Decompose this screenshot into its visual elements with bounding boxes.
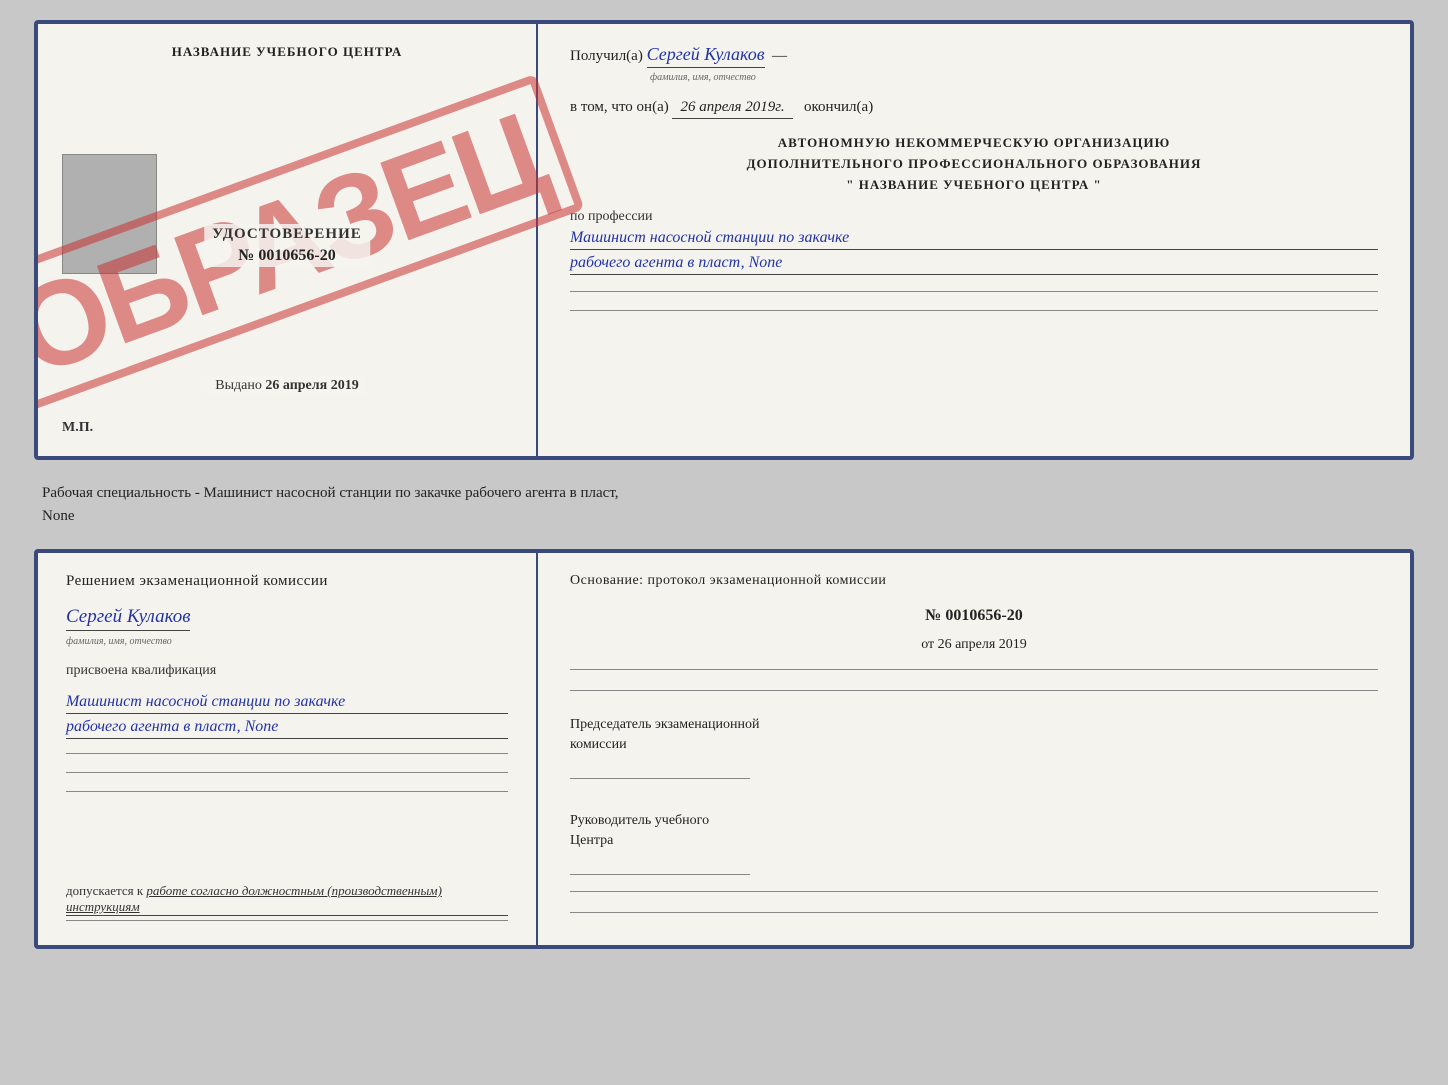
bottom-right-dash3 [570, 891, 1378, 892]
kvali-line1: Машинист насосной станции по закачке [66, 693, 508, 714]
bottom-dash-4 [66, 920, 508, 921]
top-right-panel: Получил(а) Сергей Кулаков — фамилия, имя… [538, 24, 1410, 456]
profession-line2: рабочего агента в пласт, None [570, 254, 1378, 275]
fio-sublabel-top: фамилия, имя, отчество [650, 72, 756, 83]
podpis-block-director: Руководитель учебного Центра [570, 811, 1378, 875]
ot-prefix: от [921, 637, 934, 652]
komissia-line: Решением экзаменационной комиссии [66, 573, 508, 590]
date-line: в том, что он(а) 26 апреля 2019г. окончи… [570, 99, 1378, 119]
chairman-label: Председатель экзаменационной комиссии [570, 715, 1378, 754]
bottom-document: Решением экзаменационной комиссии Сергей… [34, 549, 1414, 949]
udostoverenie-block: УДОСТОВЕРЕНИЕ № 0010656-20 [204, 224, 370, 267]
dopuskaetsya-block: допускается к работе согласно должностны… [66, 867, 508, 925]
vydano-line: Выдано 26 апреля 2019 [207, 376, 366, 396]
mp-label: М.П. [62, 420, 93, 436]
date-prefix: в том, что он(а) [570, 99, 669, 115]
protocol-number: № 0010656-20 [570, 607, 1378, 625]
osnovanye-line: Основание: протокол экзаменационной коми… [570, 573, 1378, 589]
bottom-right-panel: Основание: протокол экзаменационной коми… [538, 553, 1410, 945]
kvali-block: Машинист насосной станции по закачке раб… [66, 689, 508, 739]
org-center-name: " НАЗВАНИЕ УЧЕБНОГО ЦЕНТРА " [570, 175, 1378, 196]
ot-date: от 26 апреля 2019 [570, 637, 1378, 653]
person-name-block: Сергей Кулаков фамилия, имя, отчество [66, 600, 508, 649]
bottom-right-dash2 [570, 690, 1378, 691]
udostoverenie-title: УДОСТОВЕРЕНИЕ [204, 224, 370, 245]
photo-placeholder [62, 154, 157, 274]
dopuskaetsya-prefix: допускается к [66, 883, 143, 898]
person-name-bottom: Сергей Кулаков [66, 606, 190, 631]
top-left-center-name: НАЗВАНИЕ УЧЕБНОГО ЦЕНТРА [172, 44, 403, 60]
top-left-panel: НАЗВАНИЕ УЧЕБНОГО ЦЕНТРА ОБРАЗЕЦ УДОСТОВ… [38, 24, 538, 456]
org-line2: ДОПОЛНИТЕЛЬНОГО ПРОФЕССИОНАЛЬНОГО ОБРАЗО… [570, 154, 1378, 175]
middle-text: Рабочая специальность - Машинист насосно… [34, 476, 1414, 533]
okoncil: окончил(а) [804, 99, 873, 115]
org-block: АВТОНОМНУЮ НЕКОММЕРЧЕСКУЮ ОРГАНИЗАЦИЮ ДО… [570, 133, 1378, 195]
ot-date-value: 26 апреля 2019 [938, 637, 1027, 652]
dopuskaetsya-text: допускается к работе согласно должностны… [66, 883, 508, 916]
bottom-right-dash4 [570, 912, 1378, 913]
chairman-signature-line [570, 778, 750, 779]
org-line1: АВТОНОМНУЮ НЕКОММЕРЧЕСКУЮ ОРГАНИЗАЦИЮ [570, 133, 1378, 154]
bottom-dash-3 [66, 791, 508, 792]
recipient-name: Сергей Кулаков [647, 44, 765, 68]
recipient-prefix: Получил(а) [570, 48, 643, 64]
recipient-line: Получил(а) Сергей Кулаков — фамилия, имя… [570, 44, 1378, 85]
podpis-block-chairman: Председатель экзаменационной комиссии [570, 715, 1378, 779]
middle-text-line2: None [42, 508, 75, 524]
bottom-dash-1 [66, 753, 508, 754]
bottom-right-dash [570, 669, 1378, 670]
kvali-line2: рабочего агента в пласт, None [66, 718, 508, 739]
profession-label: по профессии [570, 209, 1378, 225]
kvali-label: присвоена квалификация [66, 663, 508, 679]
date-value: 26 апреля 2019г. [672, 99, 792, 119]
middle-text-line1: Рабочая специальность - Машинист насосно… [42, 485, 619, 501]
bottom-dash-2 [66, 772, 508, 773]
top-document: НАЗВАНИЕ УЧЕБНОГО ЦЕНТРА ОБРАЗЕЦ УДОСТОВ… [34, 20, 1414, 460]
vydano-date: 26 апреля 2019 [265, 378, 358, 393]
fio-sublabel-bottom: фамилия, имя, отчество [66, 636, 172, 647]
bottom-left-panel: Решением экзаменационной комиссии Сергей… [38, 553, 538, 945]
director-signature-line [570, 874, 750, 875]
dash-line-2 [570, 310, 1378, 311]
udostoverenie-number: № 0010656-20 [204, 245, 370, 267]
profession-line1: Машинист насосной станции по закачке [570, 229, 1378, 250]
vydano-prefix: Выдано [215, 378, 262, 393]
director-label: Руководитель учебного Центра [570, 811, 1378, 850]
dash-line-1 [570, 291, 1378, 292]
profession-block: по профессии Машинист насосной станции п… [570, 209, 1378, 275]
